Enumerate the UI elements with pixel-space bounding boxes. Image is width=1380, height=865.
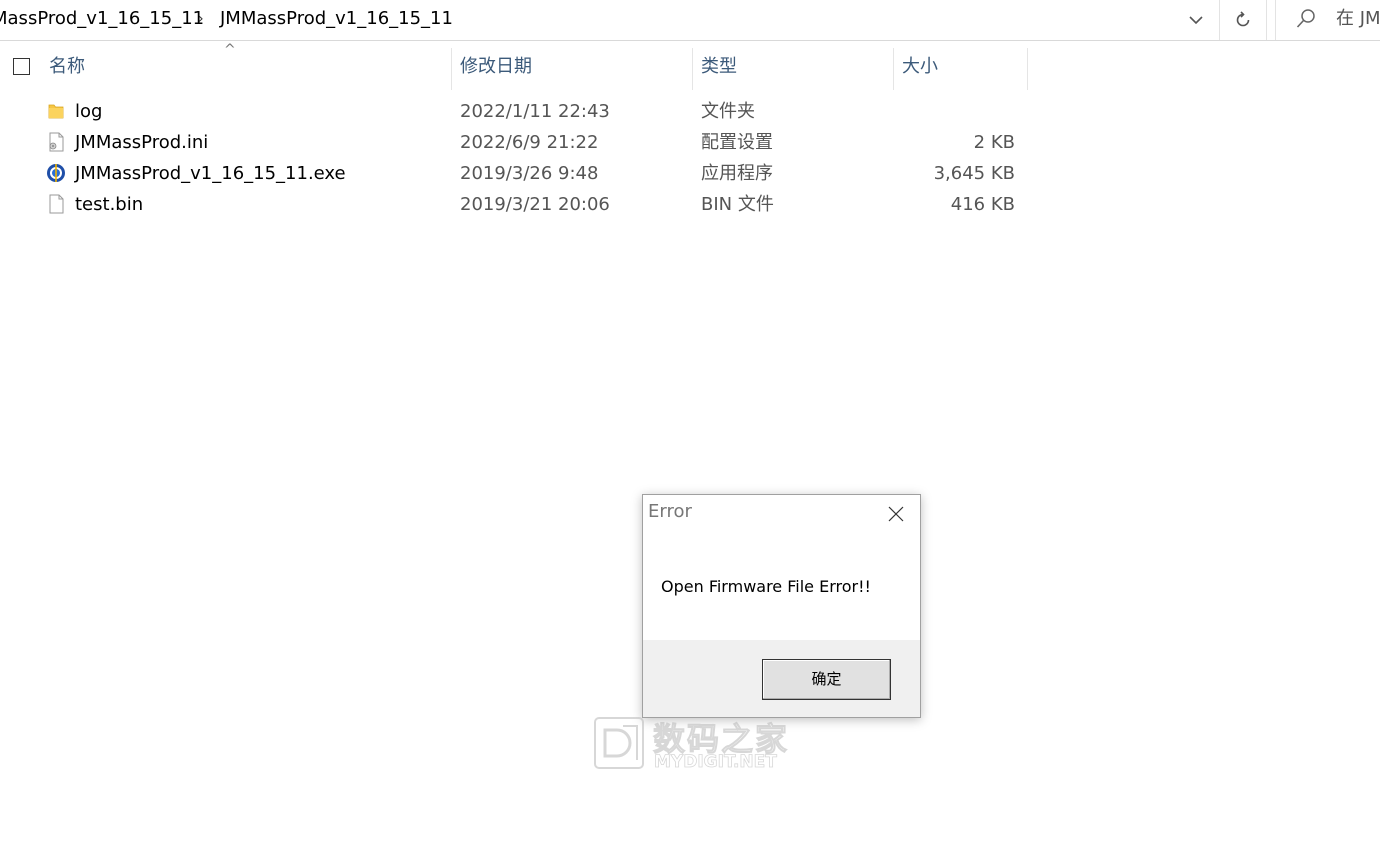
ok-button[interactable]: 确定 — [762, 659, 891, 700]
column-size[interactable]: 大小 — [902, 44, 938, 90]
file-size: 3,645 KB — [933, 163, 1015, 184]
search-icon — [1296, 9, 1315, 28]
file-name: log — [75, 101, 103, 122]
file-name: test.bin — [75, 194, 144, 215]
address-history-dropdown[interactable] — [1174, 0, 1218, 40]
column-date-modified[interactable]: 修改日期 — [460, 44, 532, 90]
refresh-button[interactable] — [1219, 0, 1267, 40]
watermark-text-en: MYDIGIT.NET — [654, 752, 778, 773]
column-divider[interactable] — [451, 48, 452, 90]
file-date: 2019/3/26 9:48 — [460, 163, 599, 184]
blank-file-icon — [49, 194, 64, 214]
dialog-title: Error — [648, 501, 692, 522]
watermark-logo-icon — [594, 717, 644, 769]
sort-ascending-icon: ^ — [224, 42, 236, 58]
column-divider[interactable] — [1027, 48, 1028, 90]
select-all-checkbox[interactable] — [13, 58, 30, 75]
refresh-icon — [1236, 11, 1250, 27]
file-type: 文件夹 — [701, 101, 755, 122]
column-header: ^ 名称 修改日期 类型 大小 — [0, 42, 1030, 90]
chevron-right-icon[interactable]: › — [198, 0, 204, 38]
file-name: JMMassProd_v1_16_15_11.exe — [75, 163, 346, 184]
error-dialog: Error Open Firmware File Error!! 确定 — [642, 494, 921, 718]
column-name[interactable]: 名称 — [49, 44, 85, 90]
column-divider[interactable] — [893, 48, 894, 90]
file-date: 2022/1/11 22:43 — [460, 101, 610, 122]
search-box[interactable]: 在 JM — [1275, 0, 1380, 40]
file-type: BIN 文件 — [701, 194, 774, 215]
file-row-exe[interactable]: JMMassProd_v1_16_15_11.exe 2019/3/26 9:4… — [0, 158, 1030, 189]
file-size: 2 KB — [973, 132, 1015, 153]
file-date: 2022/6/9 21:22 — [460, 132, 599, 153]
settings-file-icon — [49, 132, 64, 152]
breadcrumb-item-current[interactable]: JMMassProd_v1_16_15_11 — [220, 0, 453, 38]
dialog-footer: 确定 — [643, 640, 920, 717]
column-type[interactable]: 类型 — [701, 44, 737, 90]
breadcrumb-item-parent[interactable]: MassProd_v1_16_15_11 — [0, 0, 204, 38]
file-row-ini[interactable]: JMMassProd.ini 2022/6/9 21:22 配置设置 2 KB — [0, 127, 1030, 158]
file-name: JMMassProd.ini — [75, 132, 209, 153]
file-list: log 2022/1/11 22:43 文件夹 JMMassProd.ini 2… — [0, 96, 1030, 220]
watermark: 数码之家 MYDIGIT.NET — [593, 714, 793, 774]
chevron-down-icon — [1189, 15, 1203, 24]
file-row-log[interactable]: log 2022/1/11 22:43 文件夹 — [0, 96, 1030, 127]
file-date: 2019/3/21 20:06 — [460, 194, 610, 215]
folder-icon — [48, 104, 64, 119]
column-divider[interactable] — [692, 48, 693, 90]
search-input[interactable]: 在 JM — [1336, 0, 1380, 38]
dialog-close-button[interactable] — [879, 499, 913, 529]
file-type: 应用程序 — [701, 163, 773, 184]
dialog-message: Open Firmware File Error!! — [661, 577, 871, 596]
file-type: 配置设置 — [701, 132, 773, 153]
close-icon — [888, 506, 904, 522]
address-bar: MassProd_v1_16_15_11 › JMMassProd_v1_16_… — [0, 0, 1380, 41]
file-size: 416 KB — [950, 194, 1015, 215]
exe-app-icon — [47, 164, 65, 182]
file-row-bin[interactable]: test.bin 2019/3/21 20:06 BIN 文件 416 KB — [0, 189, 1030, 220]
